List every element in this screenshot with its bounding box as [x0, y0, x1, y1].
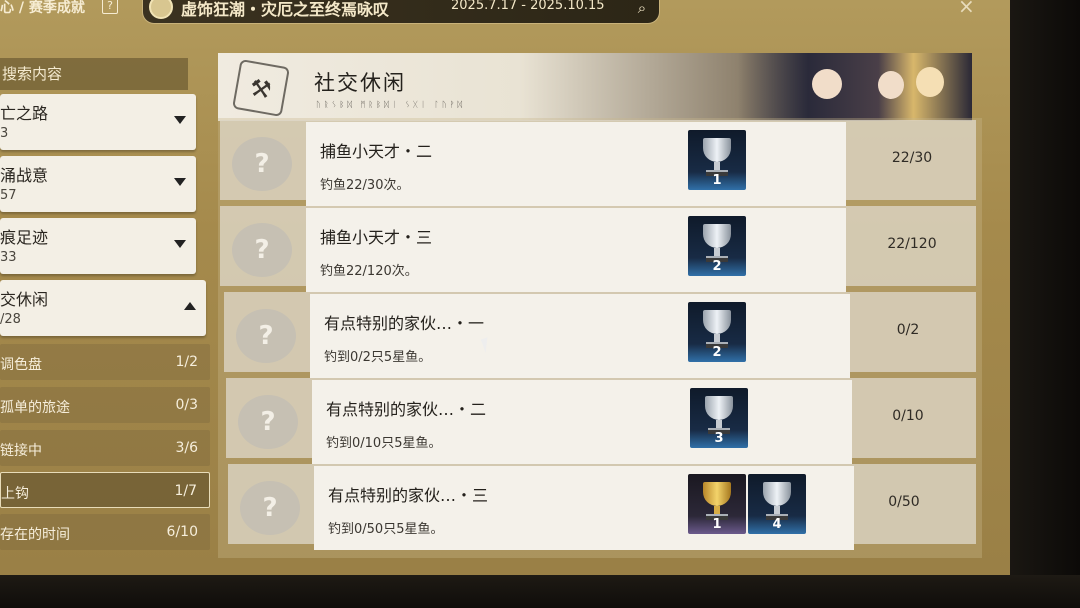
achievement-desc: 钓鱼22/30次。	[320, 178, 410, 193]
achievement-title: 有点特别的家伙…・一	[324, 314, 485, 333]
subcategory-name: 调色盘	[0, 357, 42, 373]
category-subtitle: ᚢᚱᛊᛒᛞ ᛗᚱᛒᛞᛁ ᛊᚷᛁ ᛚᚢᚹᛞ	[316, 100, 466, 109]
breadcrumb: 心 / 赛季成就	[0, 0, 85, 16]
subcategory-count: 1/2	[175, 354, 198, 370]
trophy-count: 2	[712, 345, 722, 360]
subcategory-item-selected[interactable]: 上钩 1/7	[0, 472, 210, 508]
achievement-progress: 0/50	[888, 494, 920, 510]
trophy-count: 4	[772, 517, 782, 532]
trophy-icon: 2	[688, 216, 746, 276]
close-icon[interactable]: ×	[958, 0, 975, 18]
achievement-card: 捕鱼小天才・二 钓鱼22/30次。 1	[306, 122, 846, 206]
subcategory-item[interactable]: 孤单的旅途 0/3	[0, 387, 210, 423]
category-name: 交休闲	[0, 290, 49, 309]
subcategory-item[interactable]: 调色盘 1/2	[0, 344, 210, 380]
subcategory-count: 6/10	[166, 524, 198, 540]
locked-badge-icon: ?	[232, 223, 292, 277]
achievement-title: 有点特别的家伙…・二	[326, 400, 487, 419]
locked-badge-icon: ?	[232, 137, 292, 191]
help-icon[interactable]: ?	[102, 0, 118, 14]
subcategory-name: 上钩	[1, 486, 29, 502]
achievement-title: 有点特别的家伙…・三	[328, 486, 489, 505]
trophy-icon: 1	[688, 130, 746, 190]
achievement-progress: 0/10	[892, 408, 924, 424]
locked-badge-icon: ?	[236, 309, 296, 363]
category-name: 痕足迹	[0, 228, 49, 247]
category-name: 涌战意	[0, 166, 49, 185]
category-count: 57	[0, 188, 17, 203]
character-face	[812, 69, 842, 99]
achievement-title: 捕鱼小天才・三	[320, 228, 433, 247]
achievement-row[interactable]: ? 有点特别的家伙…・二 钓到0/10只5星鱼。 3 0/10	[226, 378, 976, 464]
subcategory-count: 1/7	[174, 483, 197, 499]
achievement-progress: 0/2	[896, 322, 920, 338]
subcategory-item[interactable]: 链接中 3/6	[0, 430, 210, 466]
event-logo-icon	[149, 0, 173, 19]
event-date: 2025.7.17 - 2025.10.15	[451, 0, 605, 13]
category-header: ⚒ 社交休闲 ᚢᚱᛊᛒᛞ ᛗᚱᛒᛞᛁ ᛊᚷᛁ ᛚᚢᚹᛞ	[218, 53, 972, 121]
category-item-expanded[interactable]: 交休闲 /28	[0, 280, 206, 336]
trophy-count: 3	[714, 431, 724, 446]
achievement-row[interactable]: ? 有点特别的家伙…・一 钓到0/2只5星鱼。 2 0/2	[224, 292, 976, 378]
locked-badge-icon: ?	[238, 395, 298, 449]
trophy-icon: 3	[690, 388, 748, 448]
chevron-up-icon	[184, 302, 196, 310]
category-count: 3	[0, 126, 9, 141]
category-item[interactable]: 亡之路 3	[0, 94, 196, 150]
character-art	[738, 53, 972, 121]
category-title: 社交休闲	[314, 71, 406, 95]
subcategory-name: 链接中	[0, 443, 42, 459]
achievement-card: 有点特别的家伙…・一 钓到0/2只5星鱼。 2	[310, 294, 850, 378]
category-sidebar: 搜索内容 亡之路 3 涌战意 57 痕足迹 33 交休闲 /28 调色盘 1/2…	[0, 58, 212, 558]
monitor-bezel	[0, 575, 1080, 608]
trophy-icon: 2	[688, 302, 746, 362]
achievement-card: 有点特别的家伙…・三 钓到0/50只5星鱼。 1 4	[314, 466, 854, 550]
achievement-desc: 钓到0/2只5星鱼。	[324, 350, 432, 365]
game-screen: 心 / 赛季成就 ? 虚饰狂潮・灾厄之至终焉咏叹 2025.7.17 - 202…	[0, 0, 1010, 575]
search-icon[interactable]: ⌕	[629, 0, 655, 19]
chevron-down-icon	[174, 240, 186, 248]
monitor-bezel	[1010, 0, 1080, 608]
sidebar-search-header[interactable]: 搜索内容	[0, 58, 188, 90]
character-face	[878, 71, 904, 99]
achievement-card: 捕鱼小天才・三 钓鱼22/120次。 2	[306, 208, 846, 292]
achievement-row[interactable]: ? 有点特别的家伙…・三 钓到0/50只5星鱼。 1 4 0/50	[228, 464, 976, 550]
subcategory-count: 3/6	[175, 440, 198, 456]
event-title: 虚饰狂潮・灾厄之至终焉咏叹	[181, 0, 390, 19]
subcategory-name: 存在的时间	[0, 527, 70, 543]
category-count: 33	[0, 250, 17, 265]
achievement-row[interactable]: ? 捕鱼小天才・三 钓鱼22/120次。 2 22/120	[220, 206, 976, 292]
achievement-desc: 钓到0/50只5星鱼。	[328, 522, 444, 537]
hammer-icon: ⚒	[247, 73, 274, 105]
achievement-progress: 22/30	[891, 150, 933, 166]
category-count: /28	[0, 312, 21, 327]
character-face	[916, 67, 944, 97]
subcategory-item[interactable]: 存在的时间 6/10	[0, 514, 210, 550]
achievement-list[interactable]: ? 捕鱼小天才・二 钓鱼22/30次。 1 22/30 ? 捕鱼小天才・三 钓鱼…	[218, 118, 982, 558]
subcategory-count: 0/3	[175, 397, 198, 413]
achievement-progress: 22/120	[887, 236, 937, 252]
trophy-icon: 4	[748, 474, 806, 534]
achievement-desc: 钓到0/10只5星鱼。	[326, 436, 442, 451]
category-item[interactable]: 涌战意 57	[0, 156, 196, 212]
achievement-row[interactable]: ? 捕鱼小天才・二 钓鱼22/30次。 1 22/30	[220, 120, 976, 206]
achievement-desc: 钓鱼22/120次。	[320, 264, 418, 279]
trophy-count: 2	[712, 259, 722, 274]
trophy-count: 1	[712, 517, 722, 532]
achievement-title: 捕鱼小天才・二	[320, 142, 433, 161]
achievement-card: 有点特别的家伙…・二 钓到0/10只5星鱼。 3	[312, 380, 852, 464]
subcategory-name: 孤单的旅途	[0, 400, 70, 416]
category-name: 亡之路	[0, 104, 49, 123]
top-bar: 心 / 赛季成就 ? 虚饰狂潮・灾厄之至终焉咏叹 2025.7.17 - 202…	[0, 0, 1010, 30]
chevron-down-icon	[174, 116, 186, 124]
category-emblem-icon: ⚒	[232, 59, 290, 117]
locked-badge-icon: ?	[240, 481, 300, 535]
gold-trophy-icon: 1	[688, 474, 746, 534]
trophy-count: 1	[712, 173, 722, 188]
category-item[interactable]: 痕足迹 33	[0, 218, 196, 274]
event-banner[interactable]: 虚饰狂潮・灾厄之至终焉咏叹 2025.7.17 - 2025.10.15 ⌕	[142, 0, 660, 24]
chevron-down-icon	[174, 178, 186, 186]
